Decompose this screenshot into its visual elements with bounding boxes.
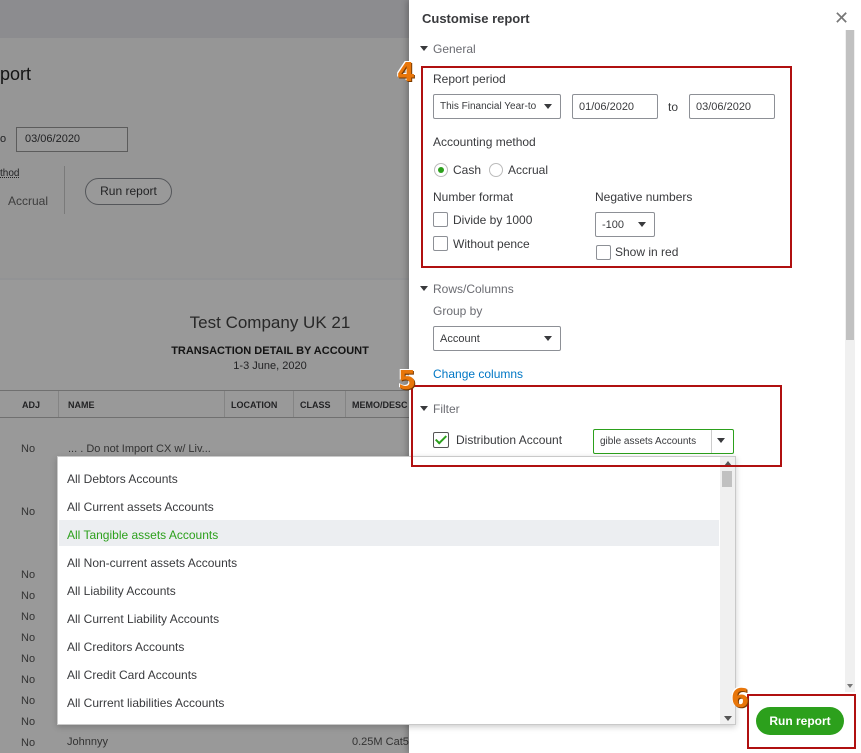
section-label: General [433,42,476,56]
close-icon[interactable]: ✕ [834,8,849,29]
dropdown-option[interactable]: All Current Liability Accounts [59,604,719,630]
scroll-down-arrow-icon[interactable] [847,684,853,688]
dropdown-option[interactable]: All Credit Card Accounts [59,660,719,686]
dropdown-option[interactable]: All Non-current assets Accounts [59,548,719,574]
panel-scrollbar-thumb[interactable] [846,30,854,340]
dropdown-option[interactable]: All Current assets Accounts [59,492,719,518]
annotation-number-5: 5 [398,366,417,396]
dropdown-option[interactable]: All Current liabilities Accounts [59,688,719,714]
group-by-label: Group by [433,304,483,318]
dropdown-option-selected[interactable]: All Tangible assets Accounts [59,520,719,546]
group-by-value: Account [440,333,480,345]
annotation-box-4 [421,66,792,268]
annotation-number-4: 4 [397,58,416,88]
change-columns-link[interactable]: Change columns [433,367,523,381]
dropdown-option[interactable]: All Debtors Accounts [59,464,719,490]
collapse-triangle-icon [420,46,428,51]
distribution-account-dropdown: All Debtors Accounts All Current assets … [57,456,736,725]
dropdown-option[interactable]: All Creditors Accounts [59,632,719,658]
annotation-box-5 [411,385,782,467]
annotation-number-6: 6 [731,684,750,714]
annotation-box-6 [747,694,856,749]
dropdown-scrollbar-thumb[interactable] [722,471,732,487]
scroll-down-arrow-icon[interactable] [724,716,732,721]
section-rows-columns-toggle[interactable]: Rows/Columns [420,282,514,296]
dropdown-option[interactable]: All Liability Accounts [59,576,719,602]
panel-title: Customise report [422,11,530,26]
section-general-toggle[interactable]: General [420,42,476,56]
group-by-select[interactable]: Account [433,326,561,351]
section-label: Rows/Columns [433,282,514,296]
chevron-down-icon [544,336,552,341]
collapse-triangle-icon [420,286,428,291]
